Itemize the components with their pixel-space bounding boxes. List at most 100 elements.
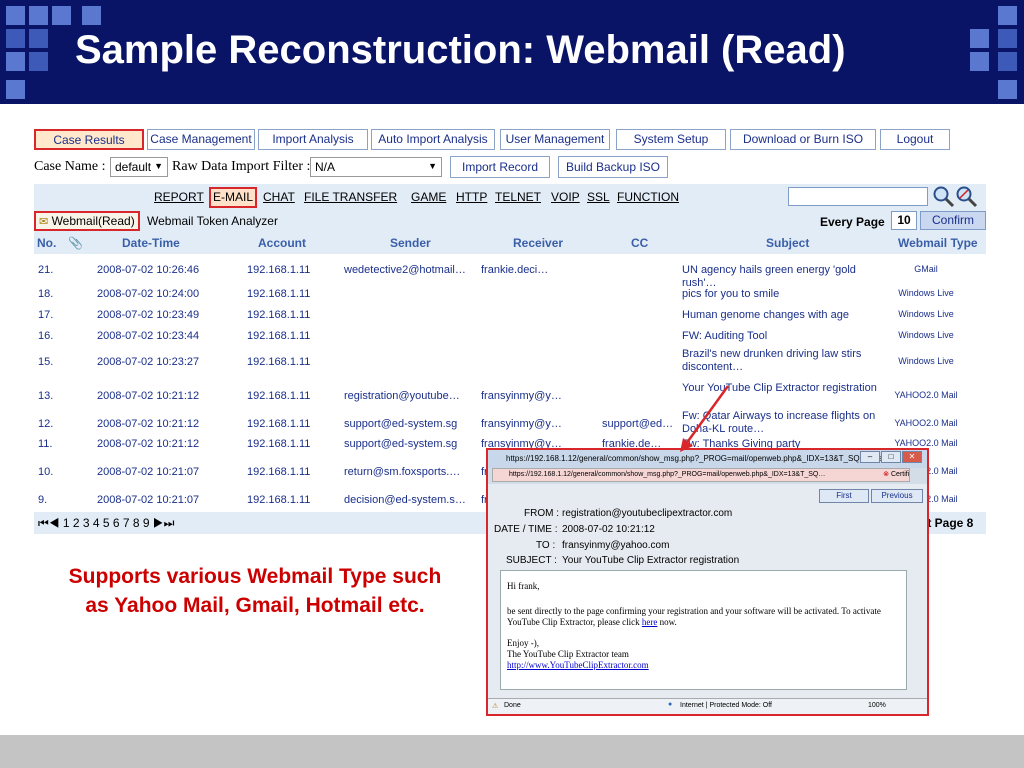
col-subject[interactable]: Subject	[766, 236, 809, 250]
maximize-icon[interactable]: □	[881, 451, 901, 463]
every-page-input[interactable]: 10	[891, 211, 917, 230]
deco-square	[970, 29, 989, 48]
cell-acct: 192.168.1.11	[247, 263, 311, 276]
here-link[interactable]: here	[642, 617, 658, 627]
cell-acct: 192.168.1.11	[247, 417, 311, 430]
pager-links[interactable]: ⏮◀ 1 2 3 4 5 6 7 8 9 ▶⏭	[38, 516, 174, 531]
case-name-value: default	[115, 160, 152, 174]
slide-caption: Supports various Webmail Type such as Ya…	[68, 565, 442, 617]
minimize-icon[interactable]: –	[860, 451, 880, 463]
menu-http[interactable]: HTTP	[456, 190, 487, 204]
menu-file-transfer[interactable]: FILE TRANSFER	[304, 190, 397, 204]
table-row[interactable]: 21. 2008-07-02 10:26:46 192.168.1.11 wedete…	[34, 258, 986, 289]
slide-footer	[0, 735, 1024, 768]
nav-user-management[interactable]: User Management	[500, 129, 610, 150]
site-link[interactable]: http://www.YouTubeClipExtractor.com	[507, 660, 649, 670]
every-page-label: Every Page	[820, 215, 885, 229]
menu-function[interactable]: FUNCTION	[617, 190, 679, 204]
search-input[interactable]	[788, 187, 928, 206]
cell-dt: 2008-07-02 10:23:49	[97, 308, 200, 321]
menu-ssl[interactable]: SSL	[587, 190, 610, 204]
cell-no: 12.	[38, 417, 54, 430]
menu-report[interactable]: REPORT	[154, 190, 204, 204]
menu-chat[interactable]: CHAT	[263, 190, 295, 204]
nav-case-management[interactable]: Case Management	[147, 129, 255, 150]
col-account[interactable]: Account	[258, 236, 306, 250]
cell-subj: pics for you to smile	[682, 287, 780, 300]
menu-game[interactable]: GAME	[411, 190, 446, 204]
cell-subj: Fw: Qatar Airways to increase flights on…	[682, 410, 876, 435]
cell-acct: 192.168.1.11	[247, 329, 311, 342]
table-row[interactable]: 13. 2008-07-02 10:21:12 192.168.1.11 regist…	[34, 382, 986, 410]
table-row[interactable]: 15. 2008-07-02 10:23:27 192.168.1.11 Brazil…	[34, 348, 986, 376]
deco-square	[6, 29, 25, 48]
previous-button[interactable]: Previous	[871, 489, 923, 503]
col-no[interactable]: No.	[37, 236, 56, 250]
nav-download-burn-iso[interactable]: Download or Burn ISO	[730, 129, 876, 150]
tab-webmail-token-analyzer[interactable]: Webmail Token Analyzer	[147, 214, 278, 228]
cell-cc: support@ed…	[602, 417, 674, 430]
protocol-menu: REPORT E-MAIL CHAT FILE TRANSFER GAME HT…	[34, 184, 986, 210]
status-zone: Internet | Protected Mode: Off	[680, 702, 772, 709]
col-receiver[interactable]: Receiver	[513, 236, 563, 250]
nav-case-results[interactable]: Case Results	[34, 129, 144, 150]
to-label: TO :	[536, 540, 556, 551]
cell-dt: 2008-07-02 10:21:07	[97, 493, 200, 506]
cell-subj: Your YouTube Clip Extractor registration	[682, 382, 877, 394]
deco-square	[82, 6, 101, 25]
cell-acct: 192.168.1.11	[247, 493, 311, 506]
build-backup-iso-button[interactable]: Build Backup ISO	[558, 156, 668, 178]
case-name-select[interactable]: default ▼	[110, 157, 168, 177]
slide-title: Sample Reconstruction: Webmail (Read)	[75, 28, 846, 72]
certificate-error[interactable]: Certificate Error	[891, 471, 909, 478]
menu-voip[interactable]: VOIP	[551, 190, 580, 204]
nav-import-analysis[interactable]: Import Analysis	[258, 129, 368, 150]
col-date-time[interactable]: Date-Time	[122, 236, 180, 250]
col-sender[interactable]: Sender	[390, 236, 431, 250]
first-button[interactable]: First	[819, 489, 869, 503]
deco-square	[6, 80, 25, 99]
filter-select[interactable]: N/A ▼	[310, 157, 442, 177]
cell-dt: 2008-07-02 10:23:27	[97, 355, 200, 368]
cell-recv: frankie.deci…	[481, 263, 549, 276]
window-controls: – □ ✕	[860, 450, 926, 464]
search-icon[interactable]	[932, 185, 986, 209]
cell-no: 21.	[38, 263, 54, 276]
menu-email[interactable]: E-MAIL	[209, 187, 258, 208]
cell-sender: support@ed-system.sg	[344, 437, 458, 450]
zoom-level[interactable]: 100%	[868, 702, 886, 709]
popup-address-bar[interactable]: https://192.168.1.12/general/common/show…	[492, 468, 910, 482]
to-value: fransyinmy@yahoo.com	[562, 540, 670, 551]
confirm-button[interactable]: Confirm	[920, 211, 986, 230]
table-row[interactable]: 16. 2008-07-02 10:23:44 192.168.1.11 FW: Au…	[34, 327, 986, 345]
attachment-icon: 📎	[68, 236, 83, 250]
enjoy: Enjoy -),	[507, 638, 539, 648]
nav-logout[interactable]: Logout	[880, 129, 950, 150]
col-cc[interactable]: CC	[631, 236, 648, 250]
cell-dt: 2008-07-02 10:21:12	[97, 417, 200, 430]
popup-title: https://192.168.1.12/general/common/show…	[506, 454, 898, 463]
cell-type: YAHOO2.0 Mail	[894, 389, 958, 400]
import-record-button[interactable]: Import Record	[450, 156, 550, 178]
popup-body: First Previous FROM : registration@youtu…	[488, 484, 927, 698]
close-icon[interactable]: ✕	[902, 451, 922, 463]
deco-square	[29, 6, 48, 25]
cell-acct: 192.168.1.11	[247, 355, 311, 368]
menu-telnet[interactable]: TELNET	[495, 190, 541, 204]
table-row[interactable]: 18. 2008-07-02 10:24:00 192.168.1.11 pics f…	[34, 285, 986, 303]
filter-value: N/A	[315, 160, 336, 174]
tab-webmail-read[interactable]: ✉ Webmail(Read)	[34, 211, 140, 231]
message-body: Hi frank, be sent directly to the page c…	[500, 570, 907, 690]
cell-subj: Brazil's new drunken driving law stirs d…	[682, 348, 862, 373]
tab-webmail-read-label: Webmail(Read)	[51, 214, 135, 228]
cell-subj: FW: Auditing Tool	[682, 329, 768, 342]
cell-type: Windows Live	[898, 329, 954, 340]
table-row[interactable]: 17. 2008-07-02 10:23:49 192.168.1.11 Human …	[34, 306, 986, 324]
nav-system-setup[interactable]: System Setup	[616, 129, 726, 150]
col-webmail-type[interactable]: Webmail Type	[898, 236, 978, 250]
nav-auto-import-analysis[interactable]: Auto Import Analysis	[371, 129, 495, 150]
body-line: be sent directly to the page confirming …	[507, 606, 881, 627]
deco-square	[29, 29, 48, 48]
cell-dt: 2008-07-02 10:23:44	[97, 329, 200, 342]
tab-bar: ✉ Webmail(Read) Webmail Token Analyzer E…	[34, 210, 986, 232]
